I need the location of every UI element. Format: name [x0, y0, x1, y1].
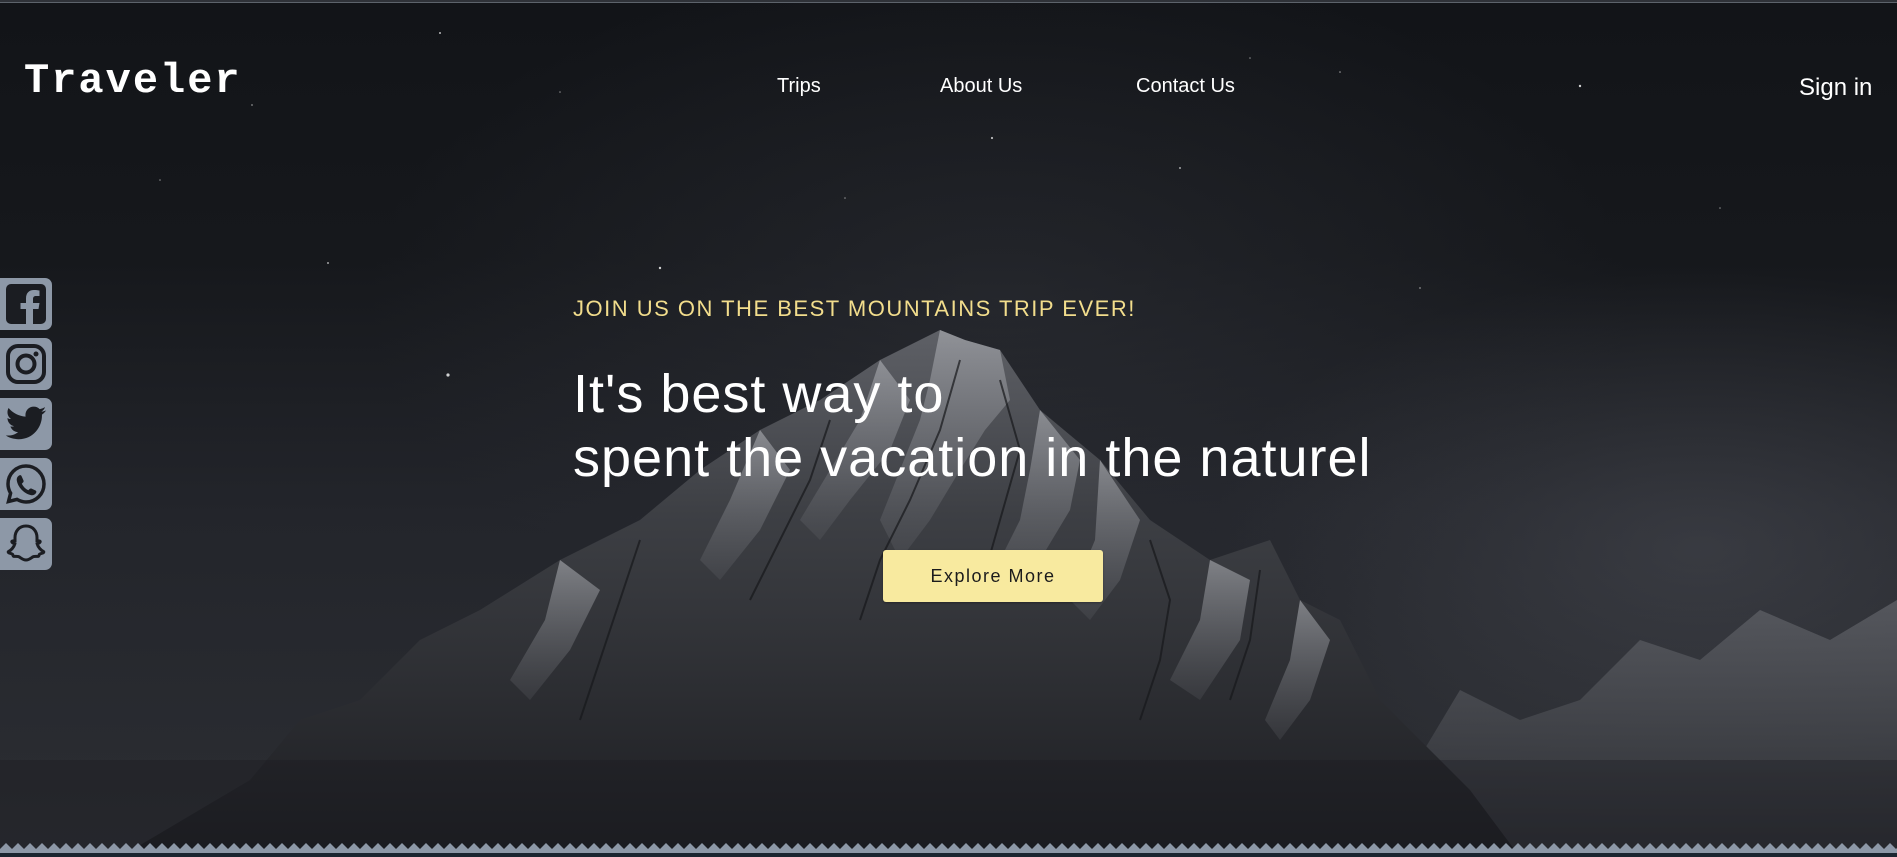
snapchat-icon [6, 524, 46, 562]
facebook-button[interactable] [0, 278, 52, 330]
nav-item-trips[interactable]: Trips [777, 76, 821, 96]
brand-logo[interactable]: Traveler [24, 60, 242, 102]
hero-tagline: JOIN US ON THE BEST MOUNTAINS TRIP EVER! [573, 296, 1136, 321]
snapchat-button[interactable] [0, 518, 52, 570]
twitter-button[interactable] [0, 398, 52, 450]
hero-section: Traveler Trips About Us Contact Us Sign … [0, 0, 1897, 857]
nav-item-contact-us[interactable]: Contact Us [1136, 76, 1235, 96]
hero-headline-line-2: spent the vacation in the naturel [573, 428, 1372, 488]
hero-headline: It's best way to spent the vacation in t… [573, 362, 1372, 490]
whatsapp-button[interactable] [0, 458, 52, 510]
zigzag-divider [0, 839, 1897, 857]
sign-in-link[interactable]: Sign in [1799, 76, 1872, 100]
facebook-icon [6, 284, 46, 326]
whatsapp-icon [6, 464, 46, 504]
instagram-icon [6, 344, 46, 384]
hero-headline-line-1: It's best way to [573, 364, 945, 424]
twitter-icon [5, 406, 47, 440]
instagram-button[interactable] [0, 338, 52, 390]
explore-more-button[interactable]: Explore More [883, 550, 1103, 602]
nav-item-about-us[interactable]: About Us [940, 76, 1022, 96]
